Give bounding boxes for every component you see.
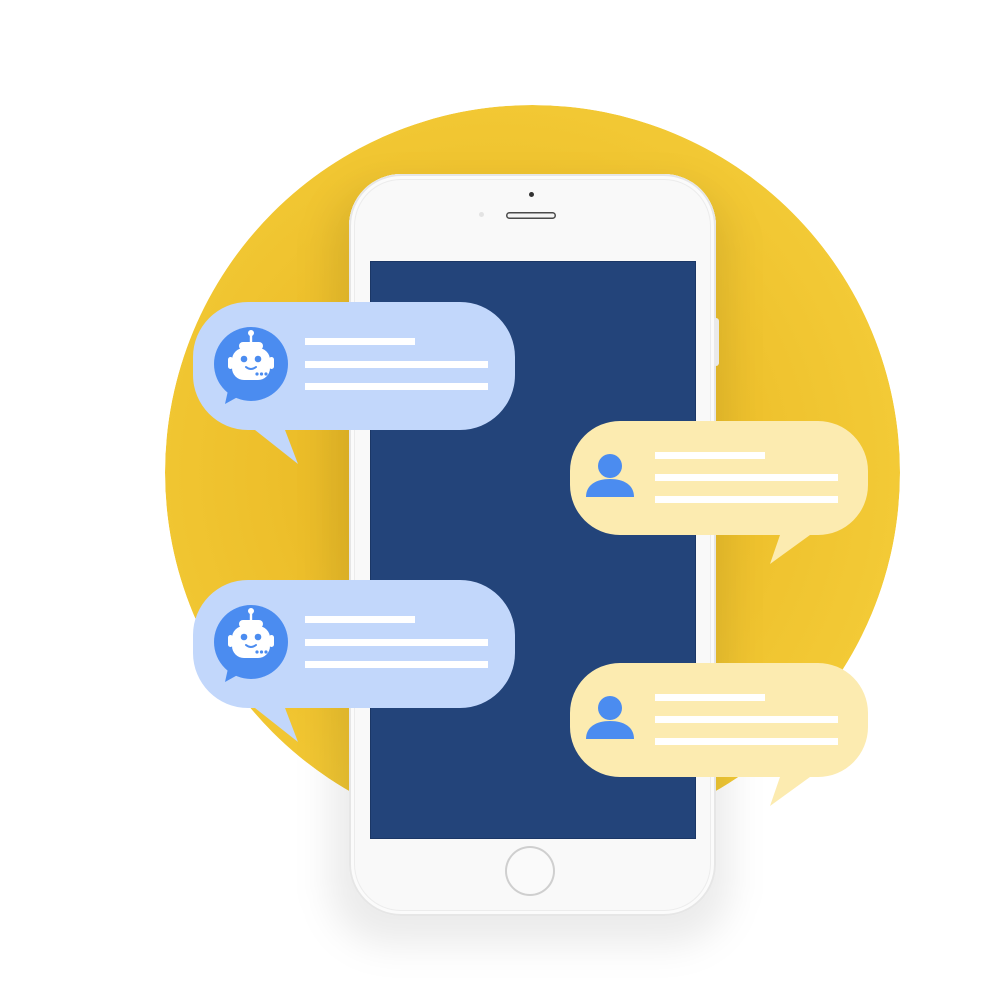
message-text-line	[655, 474, 838, 481]
earpiece-speaker	[506, 212, 556, 219]
robot-icon	[214, 327, 288, 404]
message-text-line	[305, 661, 488, 668]
message-text-line	[305, 383, 488, 390]
user-message-bubble	[570, 421, 868, 566]
user-icon	[586, 454, 634, 497]
message-text-line	[305, 361, 488, 368]
user-icon	[586, 696, 634, 739]
message-text-line	[655, 716, 838, 723]
user-message-bubble	[570, 663, 868, 808]
message-text-line	[305, 338, 415, 345]
bot-message-bubble	[193, 302, 515, 467]
chatbot-illustration	[0, 0, 1000, 1000]
front-camera	[529, 192, 534, 197]
phone-side-button	[714, 318, 719, 366]
message-text-line	[655, 694, 765, 701]
bot-message-bubble	[193, 580, 515, 745]
message-text-line	[305, 639, 488, 646]
proximity-sensor	[479, 212, 484, 217]
message-text-line	[655, 452, 765, 459]
message-text-line	[305, 616, 415, 623]
message-text-line	[655, 496, 838, 503]
home-button[interactable]	[505, 846, 555, 896]
message-text-line	[655, 738, 838, 745]
robot-icon	[214, 605, 288, 682]
